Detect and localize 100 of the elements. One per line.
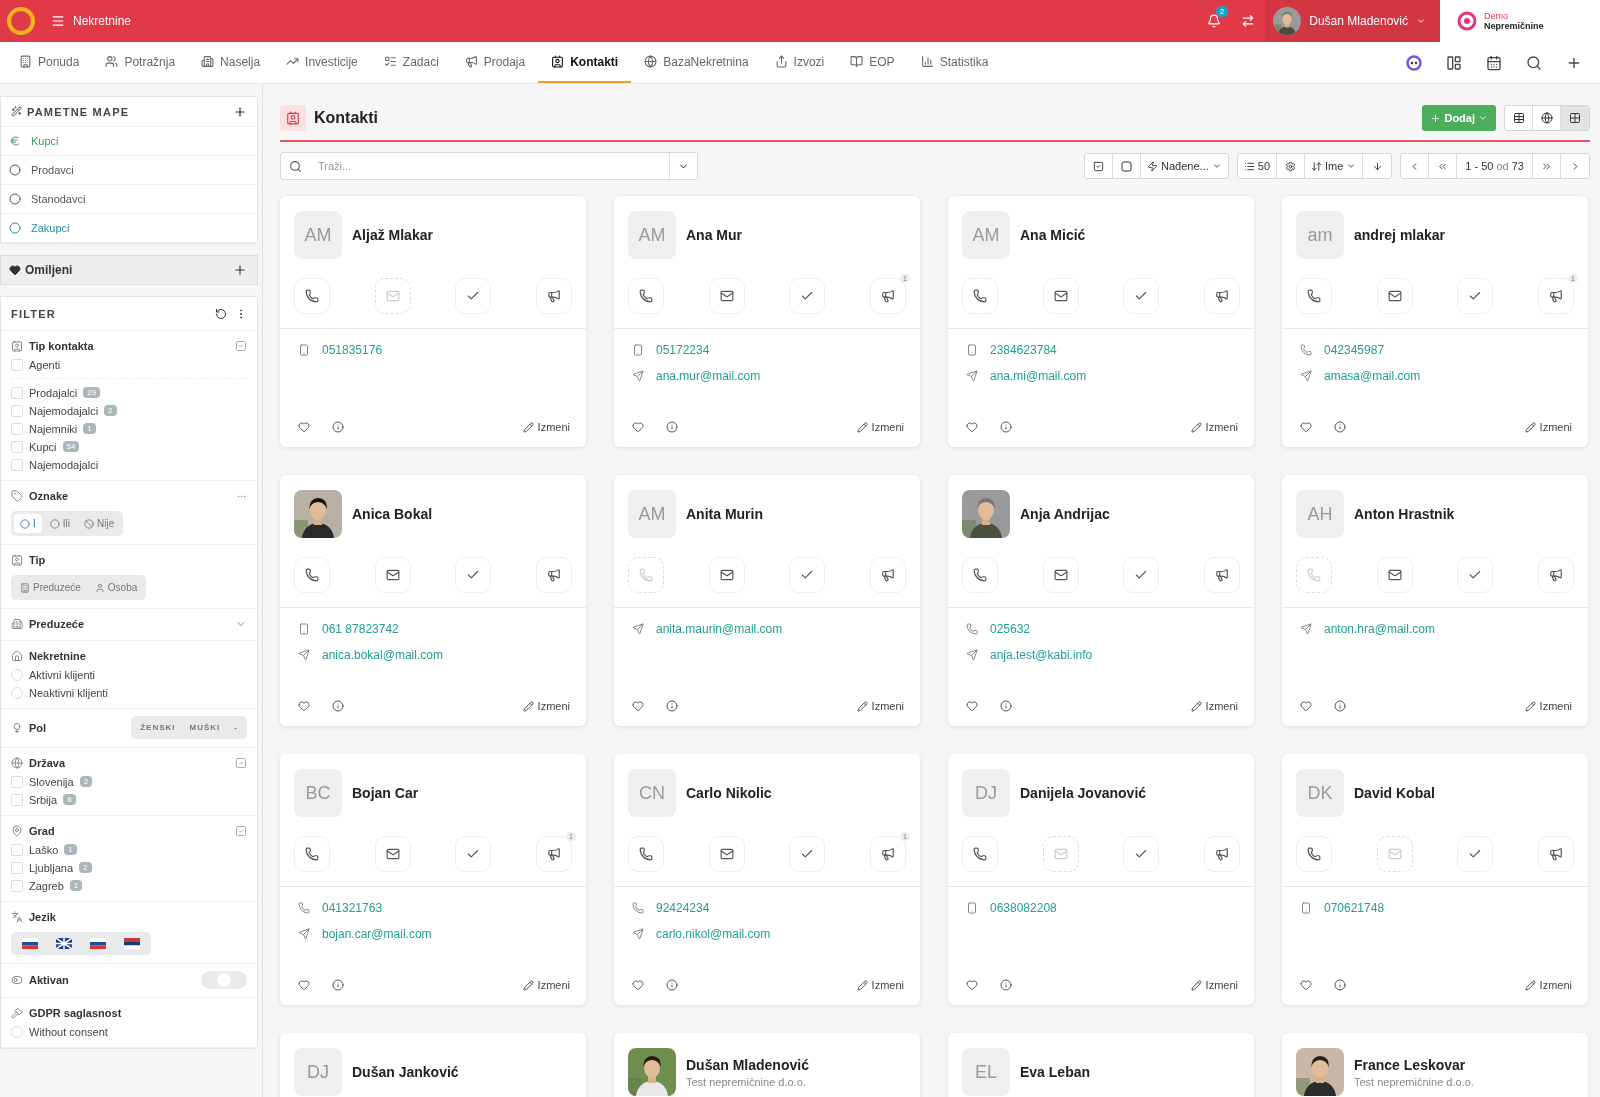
heart-icon[interactable] — [298, 421, 310, 433]
info-icon[interactable] — [1000, 700, 1012, 712]
heart-icon[interactable] — [632, 421, 644, 433]
checkbox[interactable] — [11, 861, 23, 874]
checkbox[interactable] — [11, 458, 23, 471]
check-button[interactable] — [1457, 278, 1494, 314]
checkbox[interactable] — [11, 775, 23, 788]
plus-icon[interactable] — [233, 263, 247, 277]
contact-name[interactable]: Bojan Car — [352, 785, 419, 801]
segment-button[interactable]: I — [14, 514, 42, 533]
edit-button[interactable]: Izmeni — [1524, 421, 1572, 433]
email-button[interactable] — [1042, 278, 1079, 314]
select-all-button[interactable] — [1085, 154, 1114, 178]
info-icon[interactable] — [332, 421, 344, 433]
edit-button[interactable]: Izmeni — [1190, 421, 1238, 433]
radio-button[interactable] — [11, 686, 23, 699]
contact-name[interactable]: andrej mlakar — [1354, 227, 1446, 243]
info-icon[interactable] — [1334, 979, 1346, 991]
info-icon[interactable] — [332, 700, 344, 712]
check-button[interactable] — [455, 557, 492, 593]
contact-name[interactable]: Dušan Janković — [352, 1064, 459, 1080]
nav-tab[interactable]: Prodaja — [451, 42, 539, 83]
nav-tab[interactable]: Zadaci — [370, 42, 452, 83]
campaign-button[interactable] — [1537, 557, 1574, 593]
folder-item[interactable]: Stanodavci — [1, 185, 257, 214]
edit-button[interactable]: Izmeni — [856, 421, 904, 433]
contact-name[interactable]: Anton Hrastnik — [1354, 506, 1455, 522]
view-button[interactable] — [1505, 106, 1533, 130]
segment-button[interactable]: Ili — [43, 514, 76, 533]
check-button[interactable] — [455, 278, 492, 314]
select-all-icon[interactable] — [235, 757, 247, 769]
nav-tab[interactable]: Naselja — [188, 42, 274, 83]
contact-card[interactable]: AH Anton Hrastnik anton.hra@mail.com Izmeni — [1282, 475, 1588, 726]
checkbox[interactable] — [11, 440, 23, 453]
folder-item[interactable]: Prodavci — [1, 156, 257, 185]
info-icon[interactable] — [1334, 421, 1346, 433]
heart-icon[interactable] — [966, 979, 978, 991]
edit-button[interactable]: Izmeni — [1524, 700, 1572, 712]
logo-icon[interactable] — [7, 7, 35, 35]
campaign-button[interactable] — [1203, 836, 1240, 872]
call-button[interactable] — [962, 278, 998, 314]
user-menu-button[interactable]: Dušan Mladenović — [1265, 0, 1440, 42]
check-button[interactable] — [1123, 278, 1160, 314]
contact-card[interactable]: Dušan Mladenović Test nepremičnine d.o.o. — [614, 1033, 920, 1097]
edit-button[interactable]: Izmeni — [856, 700, 904, 712]
edit-button[interactable]: Izmeni — [1524, 979, 1572, 991]
contact-card[interactable]: DJ Danijela Jovanović 0638082208 Izmeni — [948, 754, 1254, 1005]
nav-tab[interactable]: Investicije — [273, 42, 371, 83]
check-button[interactable] — [1123, 836, 1160, 872]
heart-icon[interactable] — [1300, 700, 1312, 712]
campaign-button[interactable] — [1537, 836, 1574, 872]
search-bar[interactable]: Traži... — [280, 152, 698, 180]
checkbox[interactable] — [11, 422, 23, 435]
call-button[interactable] — [294, 278, 330, 314]
folder-item[interactable]: Kupci — [1, 127, 257, 156]
edit-button[interactable]: Izmeni — [522, 421, 570, 433]
info-icon[interactable] — [1000, 979, 1012, 991]
call-button[interactable] — [962, 836, 998, 872]
contact-name[interactable]: Anica Bokal — [352, 506, 433, 522]
select-all-icon[interactable] — [235, 825, 247, 837]
edit-button[interactable]: Izmeni — [522, 979, 570, 991]
contact-name[interactable]: Dušan Mladenović — [686, 1056, 809, 1073]
email-button[interactable] — [1376, 278, 1413, 314]
brand-logo[interactable]: Demo Nepremičnine — [1440, 0, 1600, 42]
email-button[interactable] — [708, 557, 745, 593]
contact-card[interactable]: AM Aljaž Mlakar 051835176 Izmeni — [280, 196, 586, 447]
segment-button[interactable]: Nije — [78, 514, 121, 533]
email-button[interactable] — [374, 557, 411, 593]
campaign-button[interactable] — [869, 557, 906, 593]
info-icon[interactable] — [666, 979, 678, 991]
campaign-button[interactable] — [1203, 278, 1240, 314]
edit-button[interactable]: Izmeni — [1190, 979, 1238, 991]
contact-name[interactable]: Ana Mur — [686, 227, 742, 243]
radio-button[interactable] — [11, 668, 23, 681]
heart-icon[interactable] — [966, 700, 978, 712]
checkbox[interactable] — [11, 843, 23, 856]
contact-name[interactable]: Ana Micić — [1020, 227, 1086, 243]
segment-button[interactable]: MUŠKI — [183, 719, 227, 736]
check-button[interactable] — [789, 278, 826, 314]
nav-tab[interactable]: Statistika — [907, 42, 1002, 83]
checkbox[interactable] — [11, 386, 23, 399]
contact-card[interactable]: EL Eva Leban — [948, 1033, 1254, 1097]
select-all-icon[interactable] — [235, 340, 247, 352]
call-button[interactable] — [294, 836, 330, 872]
call-button[interactable] — [628, 278, 664, 314]
view-button[interactable] — [1561, 106, 1589, 130]
call-button[interactable] — [1296, 836, 1332, 872]
info-icon[interactable] — [666, 700, 678, 712]
contact-card[interactable]: DJ Dušan Janković — [280, 1033, 586, 1097]
check-button[interactable] — [1457, 557, 1494, 593]
contact-name[interactable]: Eva Leban — [1020, 1064, 1091, 1080]
heart-icon[interactable] — [632, 700, 644, 712]
edit-button[interactable]: Izmeni — [856, 979, 904, 991]
checkbox[interactable] — [11, 793, 23, 806]
page-size-button[interactable]: 50 — [1237, 154, 1277, 178]
segment-button[interactable]: - — [228, 719, 244, 736]
segment-button[interactable]: ŽENSKI — [134, 719, 182, 736]
call-button[interactable] — [294, 557, 330, 593]
checkbox[interactable] — [11, 404, 23, 417]
flag-icon[interactable] — [124, 938, 140, 949]
